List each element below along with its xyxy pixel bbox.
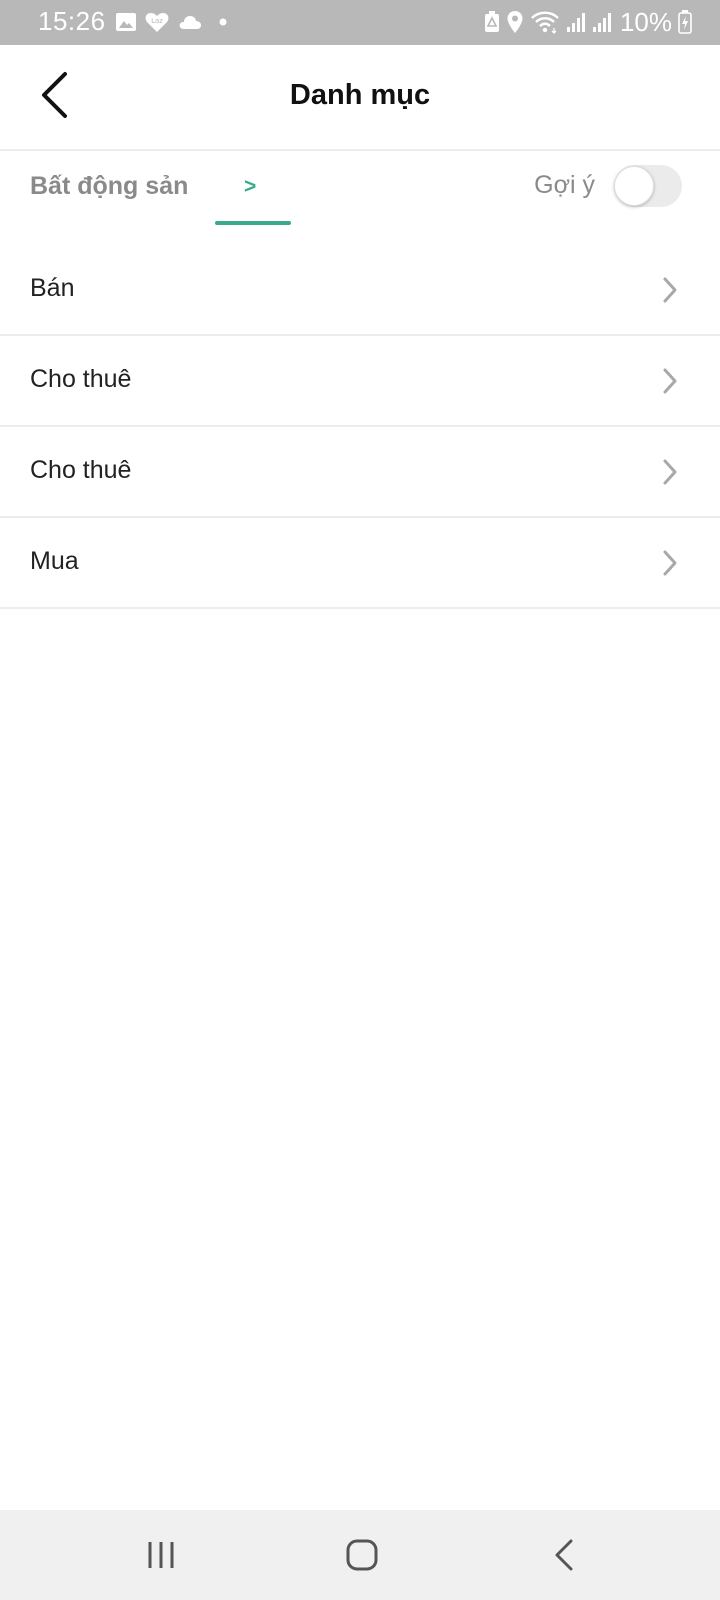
chevron-right-icon — [663, 368, 677, 394]
status-left-icons: Laz — [116, 10, 231, 34]
system-nav-bar — [0, 1510, 720, 1600]
status-right-icons: 10% — [484, 6, 692, 37]
signal-icon — [566, 13, 585, 32]
wifi-icon — [531, 11, 559, 34]
category-list: Bán Cho thuê Cho thuê Mua — [0, 245, 720, 609]
suggest-label: Gợi ý — [534, 171, 595, 199]
chevron-right-icon — [663, 459, 677, 485]
list-item[interactable]: Cho thuê — [0, 427, 720, 518]
battery-percent: 10% — [619, 6, 672, 37]
breadcrumb-root[interactable]: Bất động sản — [30, 172, 188, 201]
nav-back-button[interactable] — [534, 1532, 594, 1578]
list-item-label: Cho thuê — [30, 456, 132, 484]
battery-charging-icon — [678, 10, 692, 34]
lazada-icon: Laz — [145, 13, 169, 32]
app-header: Danh mục — [0, 45, 720, 151]
status-time: 15:26 — [38, 6, 106, 36]
battery-saver-icon — [484, 11, 499, 32]
chevron-right-icon — [663, 277, 677, 303]
recent-apps-icon — [148, 1542, 174, 1568]
list-item[interactable]: Mua — [0, 518, 720, 609]
dot-icon — [219, 18, 227, 26]
list-item-label: Cho thuê — [30, 365, 132, 393]
list-item[interactable]: Bán — [0, 245, 720, 336]
list-item[interactable]: Cho thuê — [0, 336, 720, 427]
recent-apps-button[interactable] — [131, 1532, 191, 1578]
status-bar: 15:26 Laz 10% — [0, 0, 720, 45]
chevron-right-icon — [663, 550, 677, 576]
home-icon — [346, 1539, 378, 1571]
list-item-label: Bán — [30, 274, 75, 302]
location-icon — [507, 11, 523, 33]
back-icon — [555, 1539, 573, 1571]
cloud-icon — [179, 16, 201, 29]
toggle-knob — [614, 166, 654, 206]
svg-text:Laz: Laz — [151, 17, 163, 25]
list-item-label: Mua — [30, 547, 79, 575]
gallery-icon — [116, 13, 136, 31]
breadcrumb-active-indicator — [215, 221, 291, 225]
signal-icon — [592, 13, 611, 32]
page-title: Danh mục — [289, 79, 431, 111]
breadcrumb: Bất động sản > Gợi ý — [0, 151, 720, 229]
home-button[interactable] — [332, 1532, 392, 1578]
suggest-toggle[interactable] — [614, 165, 682, 207]
breadcrumb-separator: > — [244, 175, 257, 198]
